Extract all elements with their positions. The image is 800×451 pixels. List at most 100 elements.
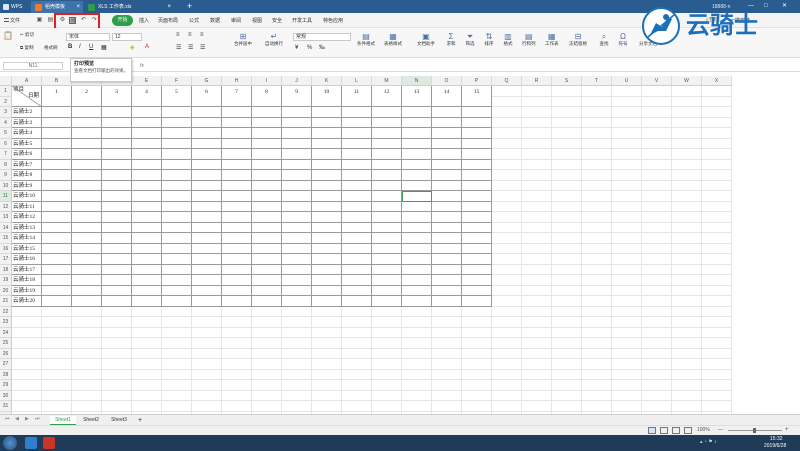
day-number-cell[interactable]: 10 xyxy=(312,86,342,107)
grid-cell[interactable] xyxy=(312,159,342,170)
grid-cell[interactable] xyxy=(72,222,102,233)
grid-cell[interactable] xyxy=(132,233,162,244)
grid-cell[interactable] xyxy=(702,254,732,265)
align-right-icon[interactable]: ☰ xyxy=(200,44,205,51)
grid-cell[interactable] xyxy=(582,117,612,128)
grid-cell[interactable] xyxy=(462,327,492,338)
grid-cell[interactable] xyxy=(432,170,462,181)
grid-cell[interactable] xyxy=(72,149,102,160)
row-header[interactable]: 20 xyxy=(0,285,12,296)
row-label-cell[interactable]: 云骑士2 xyxy=(12,107,42,118)
sheet-nav-last-icon[interactable]: ⏭ xyxy=(35,416,40,422)
grid-cell[interactable] xyxy=(192,138,222,149)
grid-cell[interactable] xyxy=(612,107,642,118)
wrap-text-button[interactable]: ↵ 自动换行 xyxy=(265,32,283,47)
grid-cell[interactable] xyxy=(492,180,522,191)
grid-cell[interactable] xyxy=(132,285,162,296)
grid-cell[interactable] xyxy=(702,380,732,391)
grid-cell[interactable] xyxy=(162,285,192,296)
grid-cell[interactable] xyxy=(282,191,312,202)
normal-view-icon[interactable] xyxy=(648,427,656,434)
grid-cell[interactable] xyxy=(582,180,612,191)
grid-cell[interactable] xyxy=(252,390,282,401)
grid-cell[interactable] xyxy=(672,180,702,191)
day-number-cell[interactable]: 9 xyxy=(282,86,312,107)
grid-cell[interactable] xyxy=(72,359,102,370)
grid-cell[interactable] xyxy=(42,359,72,370)
header-cell-project-date[interactable]: 项目 日期 xyxy=(12,86,42,107)
grid-cell[interactable] xyxy=(312,212,342,223)
tab-formulas[interactable]: 公式 xyxy=(189,16,199,26)
grid-cell[interactable] xyxy=(312,390,342,401)
grid-cell[interactable] xyxy=(72,233,102,244)
column-header[interactable]: J xyxy=(282,76,312,86)
grid-cell[interactable] xyxy=(522,96,552,107)
grid-cell[interactable] xyxy=(552,306,582,317)
grid-cell[interactable] xyxy=(342,180,372,191)
grid-cell[interactable] xyxy=(42,338,72,349)
grid-cell[interactable] xyxy=(42,170,72,181)
grid-cell[interactable] xyxy=(372,338,402,349)
grid-cell[interactable] xyxy=(702,191,732,202)
grid-cell[interactable] xyxy=(432,275,462,286)
grid-cell[interactable] xyxy=(612,264,642,275)
print-icon[interactable]: ▤ xyxy=(47,17,54,24)
grid-cell[interactable] xyxy=(42,306,72,317)
grid-cell[interactable] xyxy=(192,285,222,296)
grid-cell[interactable] xyxy=(702,264,732,275)
grid-cell[interactable] xyxy=(222,191,252,202)
grid-cell[interactable] xyxy=(72,275,102,286)
grid-cell[interactable] xyxy=(312,369,342,380)
row-header[interactable]: 19 xyxy=(0,275,12,286)
sort-button[interactable]: ⇅ 排序 xyxy=(484,32,494,47)
grid-cell[interactable] xyxy=(102,191,132,202)
grid-cell[interactable] xyxy=(252,138,282,149)
grid-cell[interactable] xyxy=(402,180,432,191)
grid-cell[interactable] xyxy=(372,212,402,223)
zoom-in-button[interactable]: + xyxy=(785,426,789,435)
column-header[interactable]: S xyxy=(552,76,582,86)
grid-cell[interactable] xyxy=(492,201,522,212)
grid-cell[interactable] xyxy=(342,254,372,265)
grid-cell[interactable] xyxy=(612,327,642,338)
grid-cell[interactable] xyxy=(372,138,402,149)
grid-cell[interactable] xyxy=(402,296,432,307)
grid-cell[interactable] xyxy=(312,348,342,359)
grid-cell[interactable] xyxy=(702,222,732,233)
grid-cell[interactable] xyxy=(342,338,372,349)
grid-cell[interactable] xyxy=(132,359,162,370)
grid-cell[interactable] xyxy=(252,327,282,338)
grid-cell[interactable] xyxy=(612,180,642,191)
grid-cell[interactable] xyxy=(402,317,432,328)
row-header[interactable]: 16 xyxy=(0,243,12,254)
grid-cell[interactable] xyxy=(702,149,732,160)
grid-cell[interactable] xyxy=(132,180,162,191)
grid-cell[interactable] xyxy=(612,338,642,349)
grid-cell[interactable] xyxy=(42,254,72,265)
grid-cell[interactable] xyxy=(222,128,252,139)
grid-cell[interactable] xyxy=(342,306,372,317)
grid-cell[interactable] xyxy=(132,159,162,170)
grid-cell[interactable] xyxy=(42,401,72,412)
grid-cell[interactable] xyxy=(282,254,312,265)
grid-cell[interactable] xyxy=(462,212,492,223)
grid-cell[interactable] xyxy=(462,233,492,244)
grid-cell[interactable] xyxy=(192,170,222,181)
grid-cell[interactable] xyxy=(672,254,702,265)
grid-cell[interactable] xyxy=(402,390,432,401)
grid-cell[interactable] xyxy=(672,285,702,296)
grid-cell[interactable] xyxy=(282,117,312,128)
grid-cell[interactable] xyxy=(192,254,222,265)
grid-cell[interactable] xyxy=(582,86,612,97)
grid-cell[interactable] xyxy=(132,264,162,275)
grid-cell[interactable] xyxy=(462,117,492,128)
grid-cell[interactable] xyxy=(312,180,342,191)
grid-cell[interactable] xyxy=(672,86,702,97)
currency-icon[interactable]: ¥ xyxy=(295,45,298,51)
grid-cell[interactable] xyxy=(372,149,402,160)
grid-cell[interactable] xyxy=(132,327,162,338)
grid-cell[interactable] xyxy=(582,149,612,160)
tab-review[interactable]: 审阅 xyxy=(231,16,241,26)
grid-cell[interactable] xyxy=(522,317,552,328)
percent-icon[interactable]: % xyxy=(307,45,312,51)
